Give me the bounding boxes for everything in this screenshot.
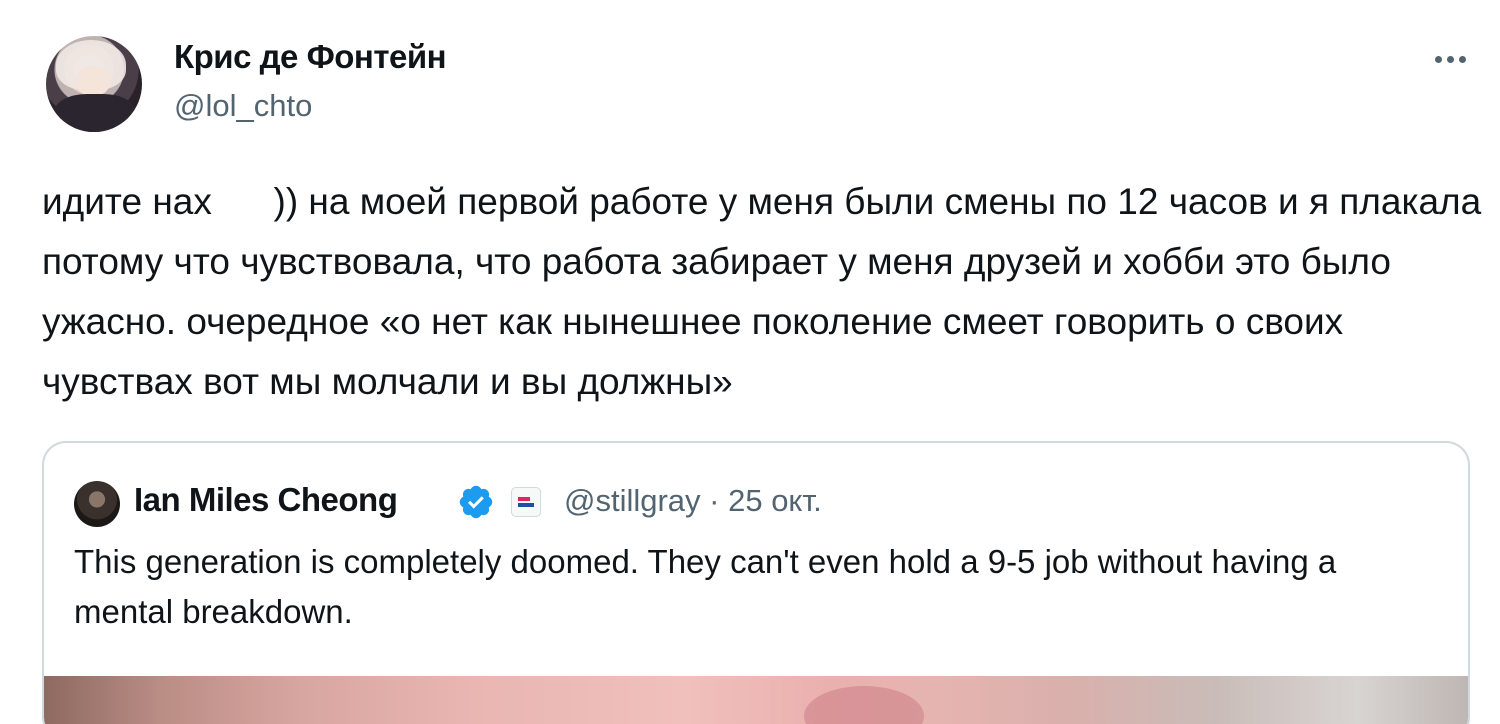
quoted-media-image[interactable] [44,676,1468,724]
quoted-handle-date[interactable]: @stillgray · 25 окт. [564,483,822,519]
quoted-author-avatar[interactable] [74,481,120,527]
avatar-coat [54,94,136,132]
quoted-author-name[interactable]: Ian Miles Cheong [134,481,398,519]
quoted-tweet-text: This generation is completely doomed. Th… [74,543,1337,630]
affiliate-badge-icon[interactable] [511,487,541,517]
more-options-button[interactable] [1428,44,1472,74]
more-horizontal-icon [1434,55,1466,63]
avatar-face [76,66,110,96]
tweet-text: идите нах )) на моей первой работе у мен… [42,181,1492,402]
author-handle[interactable]: @lol_chto [174,88,312,124]
verified-badge-icon [459,485,493,519]
quoted-tweet[interactable]: Ian Miles Cheong @stillgray · 25 окт. Th… [42,441,1470,724]
author-avatar[interactable] [46,36,142,132]
tweet-card: Крис де Фонтейн @lol_chto идите нах )) н… [0,0,1500,724]
author-name[interactable]: Крис де Фонтейн [174,38,447,76]
